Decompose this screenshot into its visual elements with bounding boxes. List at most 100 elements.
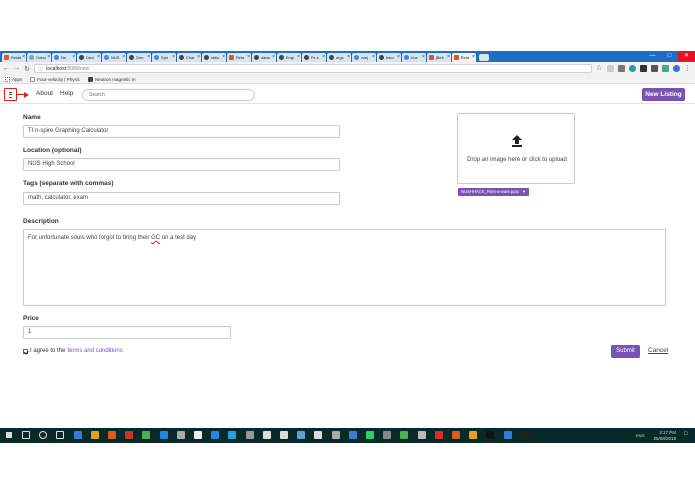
browser-tab[interactable]: Spri × (151, 53, 177, 62)
tab-close-icon[interactable]: × (197, 54, 200, 60)
maximize-icon[interactable]: □ (661, 51, 678, 61)
taskbar-app-icon[interactable] (228, 431, 237, 439)
taskbar-app-icon[interactable] (176, 431, 185, 439)
description-textarea[interactable]: For unfortunate souls who forgot to brin… (23, 229, 666, 306)
taskbar-app-icon[interactable] (331, 431, 340, 439)
browser-tab[interactable]: [Beb × (426, 53, 451, 62)
tab-close-icon[interactable]: × (247, 54, 250, 60)
browser-tab[interactable]: NUS × (101, 53, 127, 62)
browser-tab[interactable]: orgs × (326, 53, 351, 62)
tab-close-icon[interactable]: × (297, 54, 300, 60)
taskbar-app-icon[interactable] (400, 431, 409, 439)
caret-down-icon[interactable]: ▼ (522, 188, 526, 196)
tab-close-icon[interactable]: × (47, 54, 50, 60)
star-icon[interactable]: ☆ (596, 65, 603, 72)
forward-icon[interactable]: → (12, 65, 20, 72)
taskbar-app-icon[interactable] (280, 431, 288, 439)
browser-tab[interactable]: Fe s × (301, 53, 326, 62)
new-listing-button[interactable]: New Listing (642, 88, 685, 101)
minimize-icon[interactable]: — (644, 51, 661, 61)
taskbar-app-icon[interactable] (434, 431, 443, 439)
notification-icon[interactable]: □ (684, 431, 688, 438)
tab-close-icon[interactable]: × (447, 54, 450, 60)
agree-checkbox[interactable] (23, 348, 28, 354)
tab-close-icon[interactable]: × (397, 54, 400, 60)
taskbar-app-icon[interactable] (142, 431, 151, 439)
browser-tab[interactable]: Char × (176, 53, 202, 62)
extension-icon[interactable] (607, 65, 615, 72)
extension-icon[interactable] (640, 65, 648, 72)
taskbar-app-icon[interactable] (297, 431, 306, 439)
submit-button[interactable]: Submit (611, 345, 640, 358)
browser-tab[interactable]: Rent × (451, 53, 476, 62)
browser-tab[interactable]: Vue × (401, 53, 426, 62)
browser-tab[interactable]: Relati × (2, 53, 27, 62)
tab-close-icon[interactable]: × (147, 54, 150, 60)
extension-icon[interactable] (618, 65, 626, 72)
taskbar-app-icon[interactable] (366, 431, 374, 439)
back-icon[interactable]: ← (2, 65, 10, 72)
price-field[interactable]: 1 (23, 326, 231, 339)
tab-close-icon[interactable]: × (422, 54, 425, 60)
taskbar-app-icon[interactable] (452, 431, 460, 439)
extension-icon[interactable] (662, 65, 670, 72)
taskbar-app-icon[interactable] (417, 431, 426, 439)
extension-icon[interactable] (673, 65, 681, 72)
browser-tab[interactable]: Intro × (376, 53, 401, 62)
menu-icon[interactable]: ⋮ (684, 65, 691, 72)
tab-close-icon[interactable]: × (22, 54, 25, 60)
nav-help-link[interactable]: Help (60, 90, 73, 97)
taskbar-app-icon[interactable] (90, 431, 99, 439)
name-field[interactable]: TI n-spire Graphing Calculator (23, 125, 340, 138)
tab-close-icon[interactable]: × (72, 54, 75, 60)
taskbar-app-icon[interactable] (486, 431, 495, 439)
uploaded-file-chip[interactable]: NUSHHACK_Rent-a-ware.pptx ▼ (458, 188, 529, 196)
taskbar-app-icon[interactable] (159, 431, 168, 439)
taskbar-app-icon[interactable] (503, 431, 512, 439)
terms-link[interactable]: terms and conditions (67, 348, 122, 354)
taskbar-app-icon[interactable] (520, 431, 529, 439)
address-bar[interactable]: ⓘ localhost:8080/new (34, 64, 593, 73)
search-input[interactable] (82, 89, 255, 101)
cancel-link[interactable]: Cancel (648, 347, 668, 354)
browser-tab[interactable]: Deci × (76, 53, 102, 62)
taskbar-app-icon[interactable] (262, 431, 271, 439)
browser-tab[interactable]: Ne × (51, 53, 77, 62)
nav-about-link[interactable]: About (36, 90, 53, 97)
location-field[interactable]: NUS High School (23, 158, 340, 171)
taskbar-app-icon[interactable] (211, 431, 220, 439)
taskbar-app-icon[interactable] (383, 431, 392, 439)
bookmark-apps[interactable]: Apps (5, 76, 22, 82)
tab-close-icon[interactable]: × (322, 54, 325, 60)
tab-close-icon[interactable]: × (347, 54, 350, 60)
tags-field[interactable]: math, calculator, exam (23, 192, 340, 205)
tab-close-icon[interactable]: × (97, 54, 100, 60)
taskbar-app-icon[interactable] (194, 431, 202, 439)
taskbar-app-icon[interactable] (125, 431, 134, 439)
bookmark-neutron[interactable]: Neutron magnetic m (87, 76, 135, 82)
extension-icon[interactable] (629, 65, 637, 72)
tab-close-icon[interactable]: × (222, 54, 225, 60)
browser-tab[interactable]: Rela × (226, 53, 252, 62)
browser-tab[interactable]: danic × (251, 53, 277, 62)
taskbar-app-icon[interactable] (348, 431, 357, 439)
extension-icon[interactable] (651, 65, 659, 72)
taskbar-app-icon[interactable] (22, 431, 30, 439)
new-tab-button[interactable] (478, 54, 489, 61)
tab-close-icon[interactable]: × (372, 54, 375, 60)
taskbar-app-icon[interactable] (314, 431, 323, 439)
tab-close-icon[interactable]: × (122, 54, 125, 60)
tab-close-icon[interactable]: × (472, 54, 475, 60)
reload-icon[interactable]: ↻ (23, 65, 31, 73)
bookmark-four-velocity[interactable]: Four-velocity | Physic (30, 76, 80, 82)
browser-tab[interactable]: Gen × (126, 53, 152, 62)
taskbar-app-icon[interactable] (39, 431, 48, 439)
taskbar-app-icon[interactable] (56, 431, 65, 439)
tab-close-icon[interactable]: × (272, 54, 275, 60)
windows-start-icon[interactable] (6, 432, 12, 438)
clock[interactable]: 3:17 PM 25/08/2018 (648, 430, 676, 441)
browser-tab[interactable]: stdio × (201, 53, 227, 62)
taskbar-app-icon[interactable] (245, 431, 254, 439)
taskbar-app-icon[interactable] (469, 431, 478, 439)
browser-tab[interactable]: Gobo × (26, 53, 52, 62)
